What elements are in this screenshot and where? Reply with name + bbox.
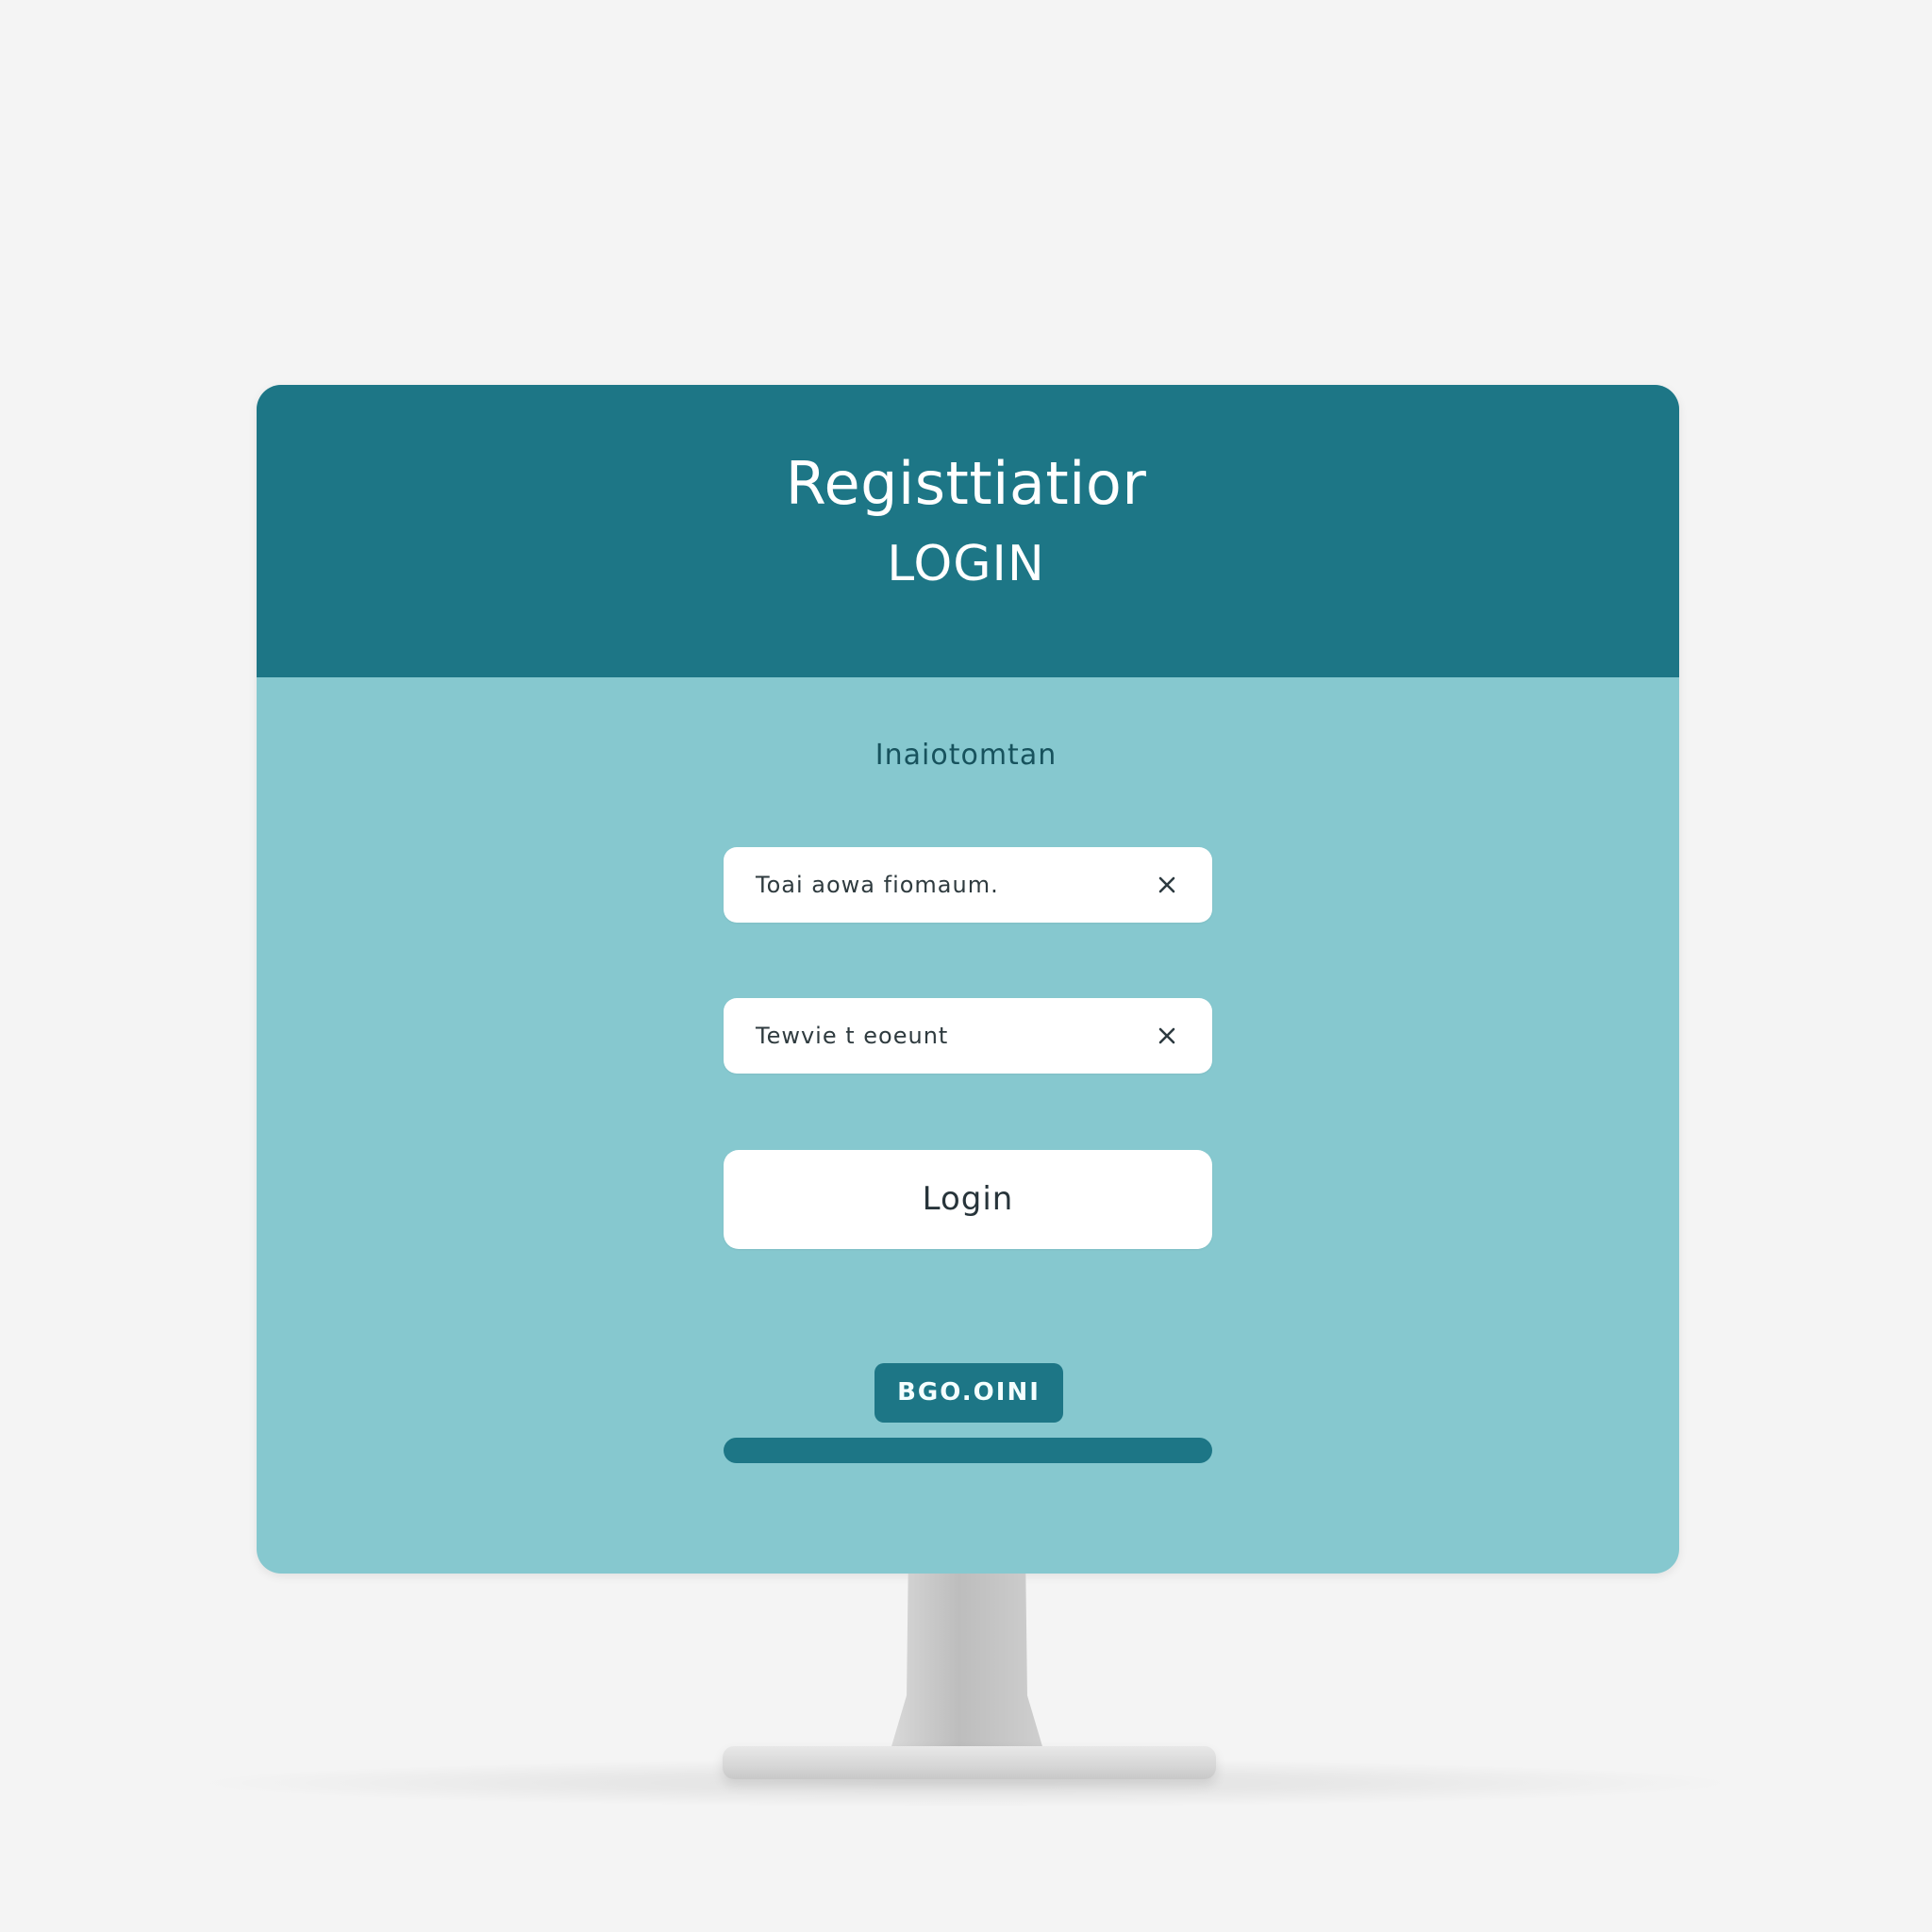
close-icon-svg bbox=[1158, 876, 1175, 893]
text-field-2-value: Tewvie t eoeunt bbox=[756, 1023, 949, 1049]
app-header bbox=[257, 385, 1679, 677]
secondary-button[interactable]: BGO.OINI bbox=[874, 1363, 1063, 1423]
monitor-stand-base bbox=[723, 1746, 1216, 1779]
login-button[interactable]: Login bbox=[724, 1150, 1212, 1249]
page-title: Registtiatior bbox=[785, 449, 1147, 518]
text-field-1[interactable]: Toai aowa fiomaum. bbox=[724, 847, 1212, 923]
page-subtitle: LOGIN bbox=[887, 536, 1045, 592]
progress-bar bbox=[724, 1438, 1212, 1463]
close-icon[interactable] bbox=[1154, 1023, 1180, 1049]
text-field-2[interactable]: Tewvie t eoeunt bbox=[724, 998, 1212, 1074]
section-label: Inaiotomtan bbox=[874, 739, 1058, 772]
close-icon[interactable] bbox=[1154, 872, 1180, 898]
close-icon-svg bbox=[1158, 1027, 1175, 1044]
text-field-1-value: Toai aowa fiomaum. bbox=[756, 872, 999, 898]
monitor-stand-neck bbox=[890, 1574, 1044, 1753]
